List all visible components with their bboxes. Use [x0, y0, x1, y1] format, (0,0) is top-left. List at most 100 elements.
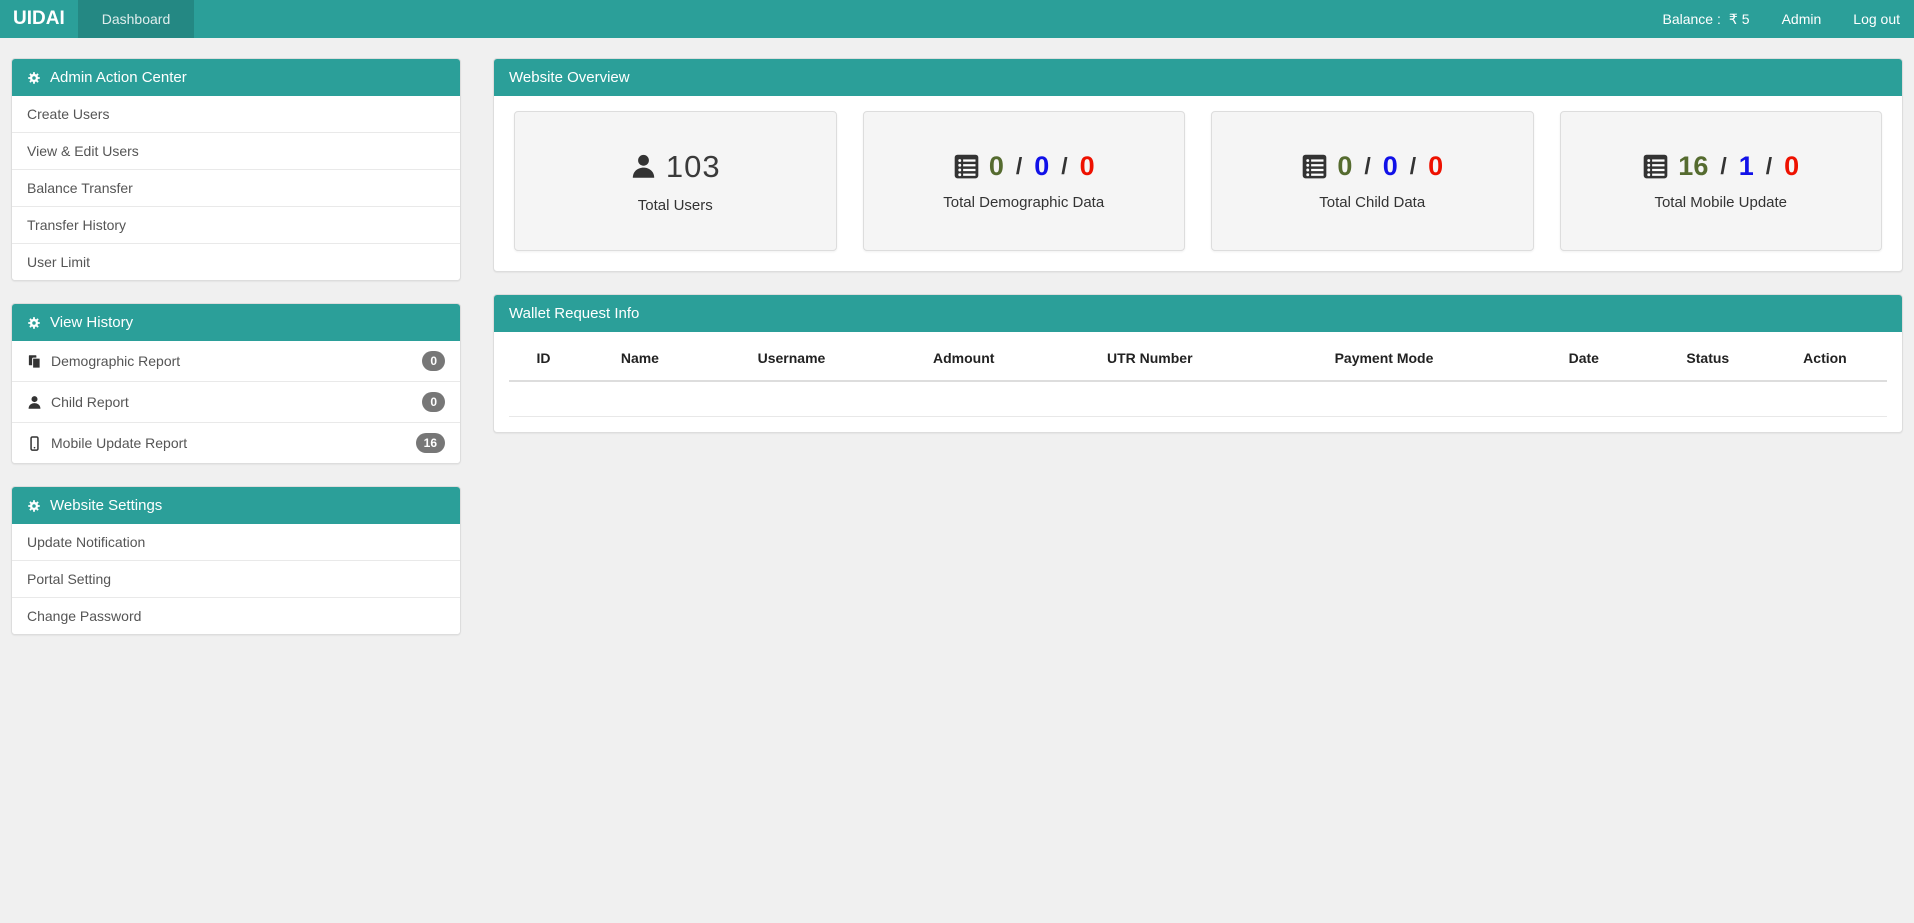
- sidebar-item-label: Change Password: [27, 608, 141, 624]
- value-separator: /: [1016, 153, 1022, 180]
- stat-card-total-demographic-data[interactable]: 0 / 0 / 0 Total Demographic Data: [863, 111, 1186, 251]
- panel-website-settings-header: Website Settings: [12, 487, 460, 524]
- sidebar-item-label: View & Edit Users: [27, 143, 139, 159]
- gear-icon: [27, 71, 41, 85]
- value-separator: /: [1766, 153, 1772, 180]
- sidebar-item-mobile-update-report[interactable]: Mobile Update Report 16: [12, 423, 460, 463]
- value-separator: /: [1720, 153, 1726, 180]
- demographic-approved-count: 0: [989, 151, 1004, 182]
- panel-title: View History: [50, 314, 133, 331]
- column-header-utr-number: UTR Number: [1046, 332, 1253, 381]
- sidebar: Admin Action Center Create Users View & …: [11, 58, 461, 657]
- page-layout: Admin Action Center Create Users View & …: [0, 38, 1914, 657]
- stat-card-label: Total Users: [638, 197, 713, 214]
- sidebar-item-update-notification[interactable]: Update Notification: [12, 524, 460, 561]
- mobile-rejected-count: 0: [1784, 151, 1799, 182]
- sidebar-item-transfer-history[interactable]: Transfer History: [12, 207, 460, 244]
- list-icon: [1301, 153, 1328, 180]
- mobile-approved-count: 16: [1678, 151, 1708, 182]
- column-header-status: Status: [1653, 332, 1763, 381]
- wallet-request-table: ID Name Username Admount UTR Number Paym…: [509, 332, 1887, 417]
- demographic-rejected-count: 0: [1080, 151, 1095, 182]
- admin-menu[interactable]: Admin: [1782, 11, 1822, 27]
- sidebar-item-demographic-report[interactable]: Demographic Report 0: [12, 341, 460, 382]
- panel-title: Website Settings: [50, 497, 162, 514]
- stat-card-total-child-data[interactable]: 0 / 0 / 0 Total Child Data: [1211, 111, 1534, 251]
- view-history-list: Demographic Report 0 Child Report 0: [12, 341, 460, 463]
- overview-cards: 103 Total Users 0: [494, 96, 1902, 271]
- tab-dashboard-label: Dashboard: [102, 11, 171, 27]
- list-icon: [953, 153, 980, 180]
- panel-website-overview-header: Website Overview: [494, 59, 1902, 96]
- panel-wallet-request-info-header: Wallet Request Info: [494, 295, 1902, 332]
- stat-card-label: Total Mobile Update: [1654, 194, 1787, 211]
- table-header-row: ID Name Username Admount UTR Number Paym…: [509, 332, 1887, 381]
- user-icon: [630, 153, 657, 180]
- column-header-payment-mode: Payment Mode: [1253, 332, 1515, 381]
- panel-admin-action-center-header: Admin Action Center: [12, 59, 460, 96]
- brand-logo[interactable]: UIDAI: [0, 0, 78, 38]
- sidebar-item-user-limit[interactable]: User Limit: [12, 244, 460, 280]
- balance-value: 5: [1742, 11, 1750, 27]
- sidebar-item-balance-transfer[interactable]: Balance Transfer: [12, 170, 460, 207]
- sidebar-item-label: Mobile Update Report: [51, 435, 187, 451]
- documents-icon: [27, 354, 42, 369]
- sidebar-item-label: Balance Transfer: [27, 180, 133, 196]
- main-content: Website Overview 103 Total Users: [493, 58, 1903, 433]
- balance-label: Balance :: [1663, 11, 1721, 27]
- logout-link[interactable]: Log out: [1853, 11, 1900, 27]
- stat-card-total-users[interactable]: 103 Total Users: [514, 111, 837, 251]
- child-pending-count: 0: [1383, 151, 1398, 182]
- sidebar-item-child-report[interactable]: Child Report 0: [12, 382, 460, 423]
- value-separator: /: [1410, 153, 1416, 180]
- tab-dashboard[interactable]: Dashboard: [78, 0, 195, 38]
- panel-title: Wallet Request Info: [509, 305, 639, 322]
- total-users-value: 103: [666, 149, 721, 185]
- sidebar-item-create-users[interactable]: Create Users: [12, 96, 460, 133]
- balance-display: Balance : ₹5: [1663, 11, 1750, 28]
- user-icon: [27, 395, 42, 410]
- panel-title: Website Overview: [509, 69, 630, 86]
- demographic-pending-count: 0: [1034, 151, 1049, 182]
- value-separator: /: [1061, 153, 1067, 180]
- column-header-name: Name: [578, 332, 702, 381]
- table-empty-row: [509, 381, 1887, 416]
- column-header-username: Username: [702, 332, 881, 381]
- sidebar-item-view-edit-users[interactable]: View & Edit Users: [12, 133, 460, 170]
- stat-card-label: Total Demographic Data: [943, 194, 1104, 211]
- panel-view-history: View History Demographic Report 0: [11, 303, 461, 464]
- stat-card-total-mobile-update[interactable]: 16 / 1 / 0 Total Mobile Update: [1560, 111, 1883, 251]
- top-navbar: UIDAI Dashboard Balance : ₹5 Admin Log ou…: [0, 0, 1914, 38]
- count-badge: 0: [422, 351, 445, 371]
- panel-admin-action-center: Admin Action Center Create Users View & …: [11, 58, 461, 281]
- column-header-date: Date: [1515, 332, 1653, 381]
- mobile-pending-count: 1: [1739, 151, 1754, 182]
- panel-view-history-header: View History: [12, 304, 460, 341]
- sidebar-item-label: User Limit: [27, 254, 90, 270]
- stat-card-label: Total Child Data: [1319, 194, 1425, 211]
- website-settings-list: Update Notification Portal Setting Chang…: [12, 524, 460, 634]
- column-header-admount: Admount: [881, 332, 1046, 381]
- list-icon: [1642, 153, 1669, 180]
- sidebar-item-portal-setting[interactable]: Portal Setting: [12, 561, 460, 598]
- column-header-action: Action: [1763, 332, 1887, 381]
- sidebar-item-label: Portal Setting: [27, 571, 111, 587]
- gear-icon: [27, 499, 41, 513]
- wallet-table-container: ID Name Username Admount UTR Number Paym…: [494, 332, 1902, 432]
- sidebar-item-label: Demographic Report: [51, 353, 180, 369]
- navbar-right: Balance : ₹5 Admin Log out: [1663, 0, 1914, 38]
- column-header-id: ID: [509, 332, 578, 381]
- count-badge: 16: [416, 433, 445, 453]
- sidebar-item-label: Update Notification: [27, 534, 145, 550]
- admin-action-list: Create Users View & Edit Users Balance T…: [12, 96, 460, 280]
- panel-website-overview: Website Overview 103 Total Users: [493, 58, 1903, 272]
- phone-icon: [27, 436, 42, 451]
- sidebar-item-change-password[interactable]: Change Password: [12, 598, 460, 634]
- sidebar-item-label: Transfer History: [27, 217, 126, 233]
- value-separator: /: [1364, 153, 1370, 180]
- panel-website-settings: Website Settings Update Notification Por…: [11, 486, 461, 635]
- gear-icon: [27, 316, 41, 330]
- child-approved-count: 0: [1337, 151, 1352, 182]
- rupee-icon: ₹: [1729, 11, 1738, 27]
- panel-title: Admin Action Center: [50, 69, 187, 86]
